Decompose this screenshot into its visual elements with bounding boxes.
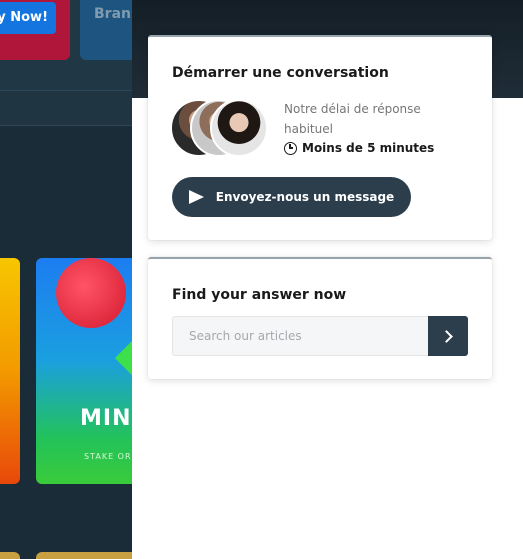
help-panel: Démarrer une conversation Notre délai de… [132,0,523,559]
card-title: Find your answer now [172,287,347,303]
play-now-button[interactable]: y Now! [0,2,56,34]
game-card-bottom[interactable] [36,552,146,559]
game-card-mines[interactable]: MINI STAKE ORIG [36,258,146,484]
avatar [210,99,268,157]
bomb-icon [56,258,126,328]
team-avatars [170,99,270,159]
brand-label: Bran [94,6,131,22]
chevron-right-icon [439,329,453,343]
clock-icon [284,141,297,155]
game-card-bottom-left[interactable] [0,552,20,559]
send-icon [188,190,204,204]
reply-time-text: Moins de 5 minutes [302,141,435,155]
send-message-label: Envoyez-nous un message [215,190,395,204]
search-bar [172,316,468,356]
card-title: Démarrer une conversation [172,65,389,81]
send-message-button[interactable]: Envoyez-nous un message [172,177,411,217]
reply-time-value: Moins de 5 minutes [284,141,434,155]
game-card-yellow[interactable] [0,258,20,484]
background-nav-bar [0,90,140,126]
search-input[interactable] [172,316,428,356]
search-articles-card: Find your answer now [148,257,492,379]
reply-time-label: Notre délai de réponse habituel [284,102,421,136]
start-conversation-card: Démarrer une conversation Notre délai de… [148,35,492,240]
search-submit-button[interactable] [428,316,468,356]
